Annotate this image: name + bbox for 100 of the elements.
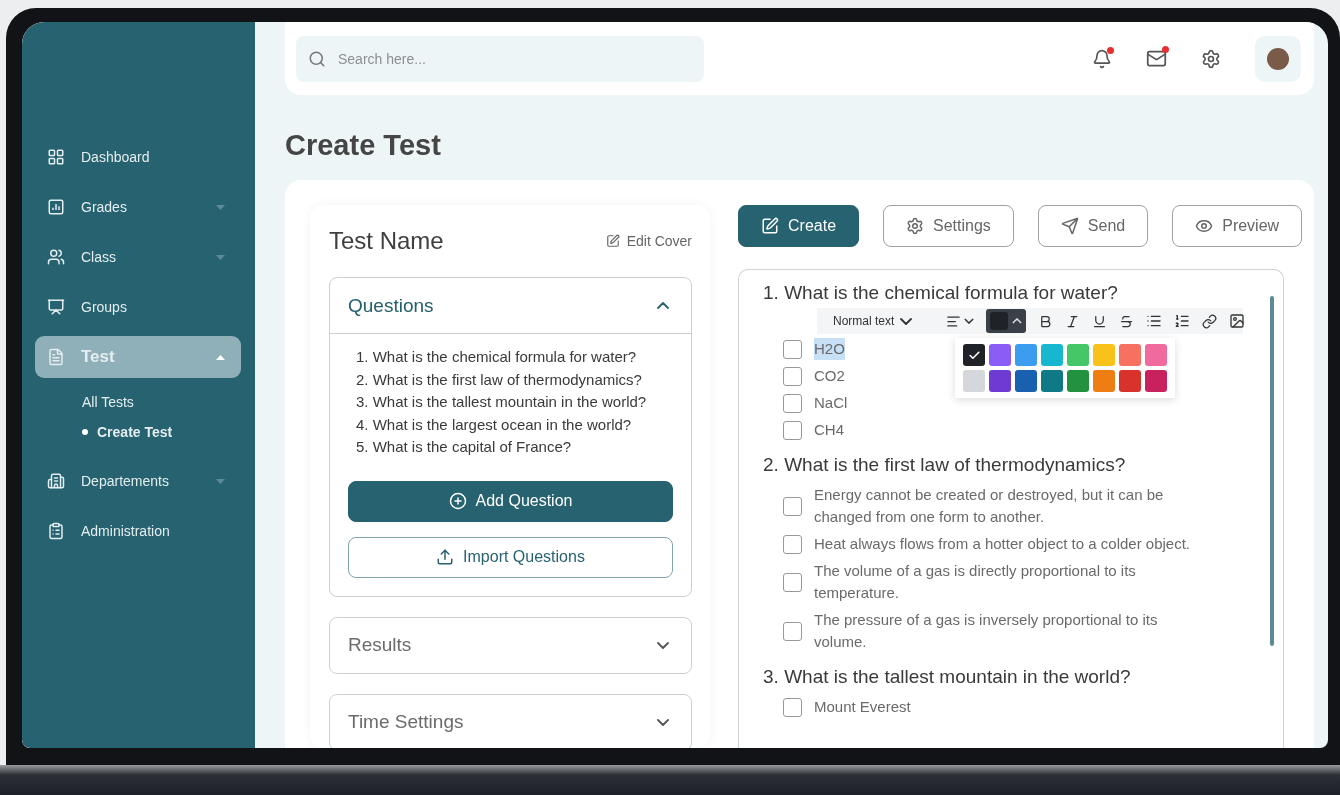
sidebar-item[interactable]: Class xyxy=(35,236,241,278)
caret-icon xyxy=(216,478,225,484)
color-swatch[interactable] xyxy=(1067,344,1089,366)
bar-chart-icon xyxy=(47,198,65,216)
checkbox[interactable] xyxy=(783,339,802,359)
color-swatch[interactable] xyxy=(1041,370,1063,392)
mail-icon[interactable] xyxy=(1146,48,1167,69)
question-list-item[interactable]: 4. What is the largest ocean in the world? xyxy=(356,413,673,436)
color-swatch[interactable] xyxy=(1119,370,1141,392)
chevron-down-icon xyxy=(657,641,669,649)
option-text: The volume of a gas is directly proportional to its temperature. xyxy=(814,561,1137,603)
color-swatch[interactable] xyxy=(1119,344,1141,366)
sidebar-item[interactable]: Administration xyxy=(35,510,241,552)
color-swatch[interactable] xyxy=(1093,370,1115,392)
underline-icon[interactable] xyxy=(1092,313,1108,329)
presentation-icon xyxy=(47,298,65,316)
action-button[interactable]: Send xyxy=(1037,205,1149,247)
page-title: Create Test xyxy=(285,129,442,162)
active-dot-icon xyxy=(82,429,88,435)
option-text: The pressure of a gas is inversely proportional to its volume. xyxy=(814,610,1159,652)
sidebar-item[interactable]: Dashboard xyxy=(35,136,241,178)
italic-icon[interactable] xyxy=(1065,313,1081,329)
option-text: CO2 xyxy=(814,366,845,386)
search-icon xyxy=(308,49,326,68)
color-swatch[interactable] xyxy=(989,370,1011,392)
chevron-up-icon xyxy=(1012,318,1023,324)
avatar[interactable] xyxy=(1255,35,1301,82)
test-name: Test Name xyxy=(329,227,444,255)
align-button[interactable] xyxy=(946,313,975,329)
document-icon xyxy=(47,348,65,366)
option-text: NaCl xyxy=(814,393,848,413)
image-icon[interactable] xyxy=(1229,313,1246,329)
bell-icon[interactable] xyxy=(1092,48,1112,69)
upload-icon xyxy=(436,548,455,566)
action-button[interactable]: Preview xyxy=(1172,205,1303,247)
action-button[interactable]: Settings xyxy=(883,205,1014,247)
checkbox[interactable] xyxy=(783,697,802,717)
plus-circle-icon xyxy=(448,492,467,510)
import-questions-button[interactable]: Import Questions xyxy=(348,536,673,578)
search-field[interactable]: Search here... xyxy=(296,35,704,82)
question-list-item[interactable]: 3. What is the tallest mountain in the world? xyxy=(356,391,673,414)
link-icon[interactable] xyxy=(1202,313,1218,329)
sidebar-item[interactable]: Departements xyxy=(35,460,241,502)
question-title: 3. What is the tallest mountain in the world? xyxy=(763,666,1132,688)
option-text: H2O xyxy=(814,338,845,360)
color-swatch[interactable] xyxy=(1015,344,1037,366)
option-text: Mount Everest xyxy=(814,697,911,717)
settings-icon xyxy=(906,217,925,235)
text-color-button[interactable] xyxy=(986,309,1027,333)
sidebar-subitem[interactable]: All Tests xyxy=(82,394,241,410)
strikethrough-icon[interactable] xyxy=(1119,313,1135,329)
color-swatch[interactable] xyxy=(1145,344,1167,366)
clipboard-icon xyxy=(47,522,65,540)
users-icon xyxy=(47,248,65,266)
bullet-list-icon[interactable] xyxy=(1146,313,1163,329)
color-swatch[interactable] xyxy=(1015,370,1037,392)
accordion-header[interactable]: Results xyxy=(330,617,691,673)
question-list-item[interactable]: 1. What is the chemical formula for water? xyxy=(356,346,673,369)
numbered-list-icon[interactable] xyxy=(1174,313,1191,329)
checkbox[interactable] xyxy=(783,572,802,592)
checkbox[interactable] xyxy=(783,496,802,516)
checkbox[interactable] xyxy=(783,420,802,440)
option-text: Heat always flows from a hotter object to a colder object. xyxy=(814,534,1190,554)
settings-icon[interactable] xyxy=(1201,48,1221,69)
chevron-up-icon xyxy=(657,302,669,309)
color-swatch[interactable] xyxy=(963,344,985,366)
scrollbar[interactable] xyxy=(1270,296,1274,646)
chevron-down-icon xyxy=(964,318,975,324)
chevron-down-icon xyxy=(900,317,913,325)
accordion-header[interactable]: Questions xyxy=(330,278,691,334)
question-list-item[interactable]: 2. What is the first law of thermodynamics? xyxy=(356,368,673,391)
question-title: 1. What is the chemical formula for water? xyxy=(763,282,1119,304)
color-swatch[interactable] xyxy=(1041,344,1063,366)
checkbox[interactable] xyxy=(783,393,802,413)
option-text: Energy cannot be created or destroyed, but it can be changed from one form to another. xyxy=(814,485,1165,527)
sidebar-subitem[interactable]: Create Test xyxy=(82,424,241,440)
checkbox[interactable] xyxy=(783,366,802,386)
caret-icon xyxy=(216,204,225,210)
text-style-select[interactable]: Normal text xyxy=(833,314,913,328)
sidebar-item[interactable]: Groups xyxy=(35,286,241,328)
building-icon xyxy=(47,472,65,490)
edit-cover-link[interactable]: Edit Cover xyxy=(605,233,692,249)
color-swatch[interactable] xyxy=(1093,344,1115,366)
align-left-icon xyxy=(946,313,962,329)
question-title: 2. What is the first law of thermodynamics? xyxy=(763,454,1127,476)
checkbox[interactable] xyxy=(783,534,802,554)
color-swatch[interactable] xyxy=(1067,370,1089,392)
option-text: CH4 xyxy=(814,420,844,440)
color-swatch[interactable] xyxy=(963,370,985,392)
edit-icon xyxy=(761,217,779,235)
color-swatch[interactable] xyxy=(1145,370,1167,392)
eye-icon xyxy=(1195,217,1214,235)
sidebar-item[interactable]: Grades xyxy=(35,186,241,228)
question-list-item[interactable]: 5. What is the capital of France? xyxy=(356,436,673,459)
accordion-header[interactable]: Time Settings xyxy=(330,694,691,748)
checkbox[interactable] xyxy=(783,621,802,641)
color-swatch[interactable] xyxy=(989,344,1011,366)
action-button[interactable]: Create xyxy=(738,205,860,247)
grid-icon xyxy=(47,148,65,166)
add-question-button[interactable]: Add Question xyxy=(348,480,673,522)
